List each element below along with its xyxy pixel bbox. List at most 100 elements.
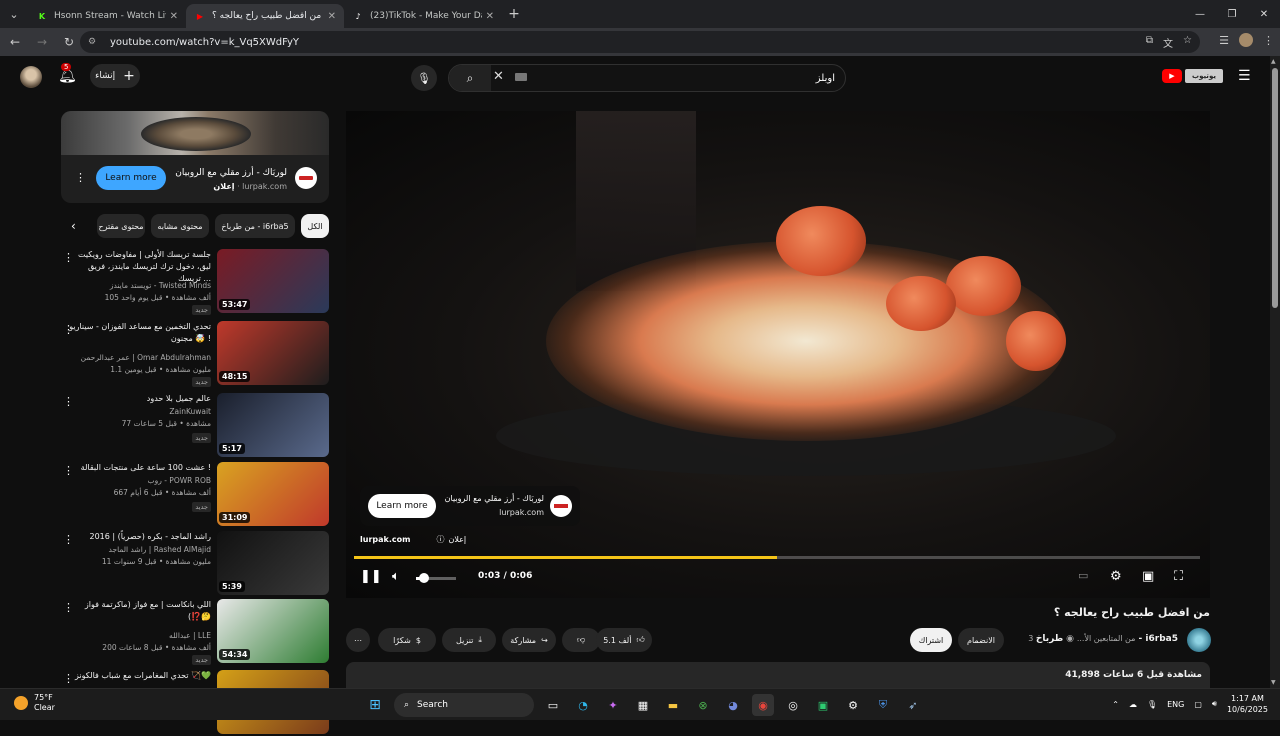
volume-slider[interactable] xyxy=(416,573,456,583)
network-icon[interactable]: ▢ xyxy=(1194,700,1202,709)
item-menu-icon[interactable]: ⋮ xyxy=(63,251,74,264)
player-overlay-ad[interactable]: Learn more لوربَاك - أرز مقلي مع الروبيا… xyxy=(360,486,580,526)
video-thumbnail[interactable]: 53:47 xyxy=(217,249,329,313)
game-app-icon[interactable]: ▣ xyxy=(812,694,834,716)
tray-overflow-icon[interactable]: ⌃ xyxy=(1112,700,1119,709)
tab-search-button[interactable]: ⌄ xyxy=(0,0,28,28)
youtube-logo[interactable]: ▶ يوتيوب xyxy=(1162,69,1223,83)
scroll-up-icon[interactable]: ▲ xyxy=(1271,58,1276,65)
related-channel[interactable]: تويستد مايندز - Twisted Minds xyxy=(110,281,211,290)
voice-search-icon[interactable]: 🎙︎ xyxy=(411,65,437,91)
copilot-icon[interactable]: ✦ xyxy=(602,694,624,716)
item-menu-icon[interactable]: ⋮ xyxy=(63,464,74,477)
ad-menu-icon[interactable]: ⋮ xyxy=(75,171,86,184)
cast-icon[interactable]: ⧉ xyxy=(1146,35,1153,50)
related-title[interactable]: عشت 100 ساعة على منتجات البقالة ! xyxy=(66,462,211,474)
related-title[interactable]: اللي بانكاست | مع فواز (ماكرتمة فواز 🤔⁉️… xyxy=(66,599,211,623)
guide-menu-icon[interactable]: ☰ xyxy=(1238,68,1251,84)
create-button[interactable]: إنشاء + xyxy=(90,64,140,88)
subscribe-button[interactable]: اشتراك xyxy=(910,628,952,652)
security-icon[interactable]: ⛨ xyxy=(872,694,894,716)
address-bar[interactable]: ⚙ youtube.com/watch?v=k_Vq5XWdFyY ⧉ 文 ☆ xyxy=(80,31,1200,53)
tray-mic-icon[interactable]: 🎙︎ xyxy=(1147,700,1157,709)
file-explorer-icon[interactable]: ▬ xyxy=(662,694,684,716)
more-actions-button[interactable]: ⋯ xyxy=(346,628,370,652)
video-thumbnail[interactable]: 5:17 xyxy=(217,393,329,457)
join-button[interactable]: الانضمام xyxy=(958,628,1004,652)
channel-name-row[interactable]: 3 من المتابعين الأ... ◉ طرباخ - i6rba5 xyxy=(1028,634,1178,644)
notifications-button[interactable]: 🔔︎ 5 xyxy=(58,63,80,88)
browser-tab[interactable]: K Hsonn Stream - Watch Live on K ✕ xyxy=(28,4,186,28)
search-input[interactable] xyxy=(535,69,835,87)
related-channel[interactable]: عبدالله | LLE xyxy=(169,631,211,640)
pause-icon[interactable]: ❚❚ xyxy=(360,569,382,584)
info-icon[interactable]: ⓘ xyxy=(436,534,444,545)
store-icon[interactable]: ▦ xyxy=(632,694,654,716)
restore-icon[interactable]: ❐ xyxy=(1216,0,1248,28)
related-video-item[interactable]: 54:34 اللي بانكاست | مع فواز (ماكرتمة فوا… xyxy=(61,599,329,665)
clear-search-icon[interactable]: ✕ xyxy=(493,69,504,84)
ad-progress-bar[interactable] xyxy=(354,556,1200,559)
keyboard-icon[interactable] xyxy=(515,73,527,81)
browser-tab[interactable]: ▶ من افضل طبيب راح يعالجه ؟ ✕ xyxy=(186,4,344,28)
volume-tray-icon[interactable]: 🔊︎ xyxy=(1212,699,1217,709)
item-menu-icon[interactable]: ⋮ xyxy=(63,672,74,685)
settings-gear-icon[interactable]: ⚙ xyxy=(1110,569,1122,584)
chip-suggested[interactable]: محتوى مقترح xyxy=(97,214,145,238)
sponsored-card[interactable]: لوربَاك - أرز مقلي مع الروبيان إعلان · l… xyxy=(61,111,329,203)
forward-icon[interactable]: → xyxy=(30,30,54,54)
volume-icon[interactable]: 🔈︎ xyxy=(392,569,400,584)
back-icon[interactable]: ← xyxy=(3,30,27,54)
theater-mode-icon[interactable]: ▣ xyxy=(1142,569,1154,584)
related-video-item[interactable]: 5:39 راشد الماجد - بكره (حصرياً) | 2016 را… xyxy=(61,531,329,597)
related-title[interactable]: راشد الماجد - بكره (حصرياً) | 2016 xyxy=(66,531,211,543)
settings-icon[interactable]: ⚙ xyxy=(842,694,864,716)
task-view-icon[interactable]: ▭ xyxy=(542,694,564,716)
related-title[interactable]: تحدي المغامرات مع شباب فالكونز 🏹💚 xyxy=(66,670,211,682)
page-scrollbar[interactable]: ▲ ▼ xyxy=(1270,56,1280,688)
related-title[interactable]: جلسة تريسك الأولى | مفاوضات رويكيت ليق، … xyxy=(66,249,211,285)
edge-icon[interactable]: ◔ xyxy=(572,694,594,716)
overlay-learn-more-button[interactable]: Learn more xyxy=(368,494,436,518)
related-video-item[interactable]: 5:17 عالم جميل بلا حدود ZainKuwait 77 مشاهد… xyxy=(61,393,329,459)
new-tab-button[interactable]: + xyxy=(502,6,526,22)
learn-more-button[interactable]: Learn more xyxy=(96,166,166,190)
steam-icon[interactable]: ➶ xyxy=(902,694,924,716)
site-info-icon[interactable]: ⚙ xyxy=(88,37,102,47)
close-window-icon[interactable]: ✕ xyxy=(1248,0,1280,28)
onedrive-icon[interactable]: ☁ xyxy=(1129,700,1137,709)
chrome-icon[interactable]: ◉ xyxy=(752,694,774,716)
translate-icon[interactable]: 文 xyxy=(1163,35,1173,50)
channel-avatar[interactable] xyxy=(1187,628,1211,652)
chip-channel[interactable]: من طرباخ - i6rba5 xyxy=(215,214,295,238)
related-title[interactable]: تحدي التخمين مع مساعد الفوزان - سيناريو … xyxy=(66,321,211,345)
video-thumbnail[interactable]: 5:39 xyxy=(217,531,329,595)
reading-list-icon[interactable]: ☰ xyxy=(1219,34,1229,47)
related-channel[interactable]: روب - POWR ROB xyxy=(148,476,211,485)
start-icon[interactable]: ⊞ xyxy=(364,694,386,716)
dislike-button[interactable]: 👎︎ xyxy=(562,628,600,652)
related-channel[interactable]: عمر عبدالرحمن | Omar Abdulrahman xyxy=(81,353,211,362)
taskbar-search[interactable]: ⌕ Search xyxy=(394,693,534,717)
ad-domain-link[interactable]: lurpak.com xyxy=(360,535,410,544)
related-channel[interactable]: ZainKuwait xyxy=(169,407,211,416)
chevron-left-icon[interactable]: ‹ xyxy=(71,219,76,233)
clock[interactable]: 1:17 AM 10/6/2025 xyxy=(1227,693,1268,715)
item-menu-icon[interactable]: ⋮ xyxy=(63,601,74,614)
download-button[interactable]: تنزيل ⤓ xyxy=(442,628,496,652)
profile-avatar[interactable] xyxy=(1239,33,1253,47)
close-tab-icon[interactable]: ✕ xyxy=(328,11,336,22)
bookmark-star-icon[interactable]: ☆ xyxy=(1183,35,1192,50)
share-button[interactable]: مشاركة ↪ xyxy=(502,628,556,652)
minimize-icon[interactable]: — xyxy=(1184,0,1216,28)
reload-icon[interactable]: ↻ xyxy=(57,30,81,54)
language-indicator[interactable]: ENG xyxy=(1167,700,1184,709)
scrollbar-thumb[interactable] xyxy=(1272,68,1278,308)
xbox-icon[interactable]: ⊗ xyxy=(692,694,714,716)
search-icon[interactable]: ⌕ xyxy=(449,65,491,91)
close-tab-icon[interactable]: ✕ xyxy=(486,11,494,22)
close-tab-icon[interactable]: ✕ xyxy=(170,11,178,22)
browser-tab[interactable]: ♪ (23)TikTok - Make Your Day ✕ xyxy=(344,4,502,28)
weather-widget[interactable]: 75°F Clear xyxy=(14,693,55,713)
chip-similar[interactable]: محتوى مشابه xyxy=(151,214,209,238)
